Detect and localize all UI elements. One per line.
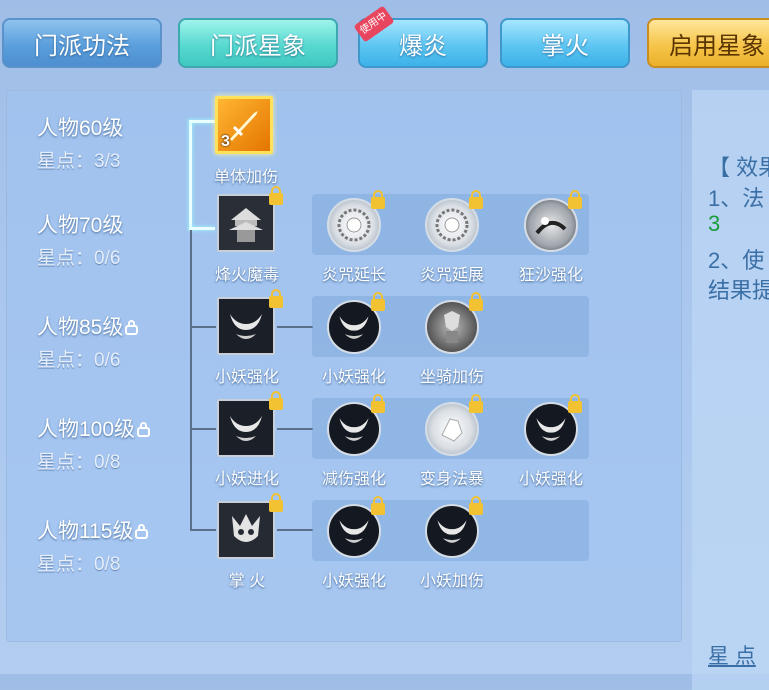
button-label: 启用星象	[669, 32, 765, 60]
skill-label: 减伤强化	[321, 471, 386, 488]
tree-connector	[190, 326, 216, 328]
seal-wheel-icon	[435, 208, 469, 242]
skill-label: 小妖加伤	[419, 573, 484, 590]
flame-demon-icon	[232, 514, 260, 542]
demon-icon	[339, 418, 369, 441]
skill-label: 小妖强化	[321, 369, 386, 386]
lock-icon	[469, 394, 483, 413]
mount-warrior-icon	[444, 311, 460, 343]
star-points-link[interactable]: 星 点	[708, 640, 756, 670]
lock-icon	[371, 496, 385, 515]
tree-connector	[277, 326, 313, 328]
tab-sect-skills[interactable]: 门派功法	[2, 18, 162, 68]
demon-icon	[339, 520, 369, 543]
tab-label: 掌火	[541, 32, 589, 60]
active-connector	[189, 120, 215, 123]
tree-connector	[190, 428, 216, 430]
demon-icon	[230, 314, 262, 339]
tab-zhanghuo[interactable]: 掌火	[500, 18, 630, 68]
tab-label: 门派星象	[210, 32, 306, 60]
effect-line-3: 结果提	[708, 278, 769, 303]
level-85-label: 人物85级	[37, 316, 124, 339]
lock-icon	[469, 190, 483, 209]
lock-icon	[269, 493, 283, 512]
lock-icon	[371, 190, 385, 209]
tree-connector	[277, 428, 313, 430]
pagoda-fire-icon	[229, 208, 263, 242]
tab-label: 门派功法	[34, 32, 130, 60]
active-connector	[189, 120, 192, 230]
skill-label: 小妖强化	[518, 471, 583, 488]
seal-wheel-icon	[337, 208, 371, 242]
demon-icon	[339, 316, 369, 339]
tree-connector	[277, 529, 313, 531]
skill-single-damage[interactable]: 3	[215, 96, 273, 154]
level-115-stars: 星点：0/8	[37, 554, 121, 575]
skill-label: 小妖进化	[214, 471, 279, 488]
lock-icon	[469, 496, 483, 515]
lock-icon	[137, 422, 151, 437]
skill-label: 炎咒延长	[321, 267, 386, 284]
lock-icon	[469, 292, 483, 311]
tab-sect-constellation[interactable]: 门派星象	[178, 18, 338, 68]
fist-icon	[441, 418, 463, 442]
demon-icon	[230, 416, 262, 441]
lock-icon	[269, 391, 283, 410]
level-70-stars: 星点：0/6	[37, 248, 121, 269]
level-100-row: 人物100级	[37, 413, 151, 443]
level-100-label: 人物100级	[37, 418, 136, 441]
skill-label: 小妖强化	[214, 369, 279, 386]
tree-connector	[190, 230, 192, 530]
level-100-stars: 星点：0/8	[37, 452, 121, 473]
effect-value: 3	[708, 211, 721, 236]
level-60-label: 人物60级	[37, 117, 124, 140]
skill-label: 狂沙强化	[518, 267, 583, 284]
level-60-stars: 星点：3/3	[37, 151, 121, 172]
lock-icon	[568, 190, 582, 209]
skill-beacon-poison[interactable]	[217, 194, 275, 252]
skill-label: 烽火魔毒	[214, 267, 279, 284]
level-115-row: 人物115级	[37, 515, 149, 545]
skill-imp-evolve[interactable]	[217, 399, 275, 457]
level-70-label: 人物70级	[37, 214, 124, 237]
tree-connector	[190, 529, 216, 531]
lock-icon	[125, 320, 139, 335]
skill-label: 炎咒延展	[419, 267, 484, 284]
skill-label: 单体加伤	[213, 169, 278, 186]
tab-label: 爆炎	[399, 32, 447, 60]
effect-line-1: 1、法	[708, 186, 765, 211]
in-use-badge: 使用中	[353, 5, 395, 43]
skill-imp-strengthen[interactable]	[217, 297, 275, 355]
skill-label: 小妖强化	[321, 573, 386, 590]
level-115-label: 人物115级	[37, 520, 134, 543]
sandstorm-icon	[535, 217, 567, 235]
skill-level-count: 3	[221, 133, 230, 150]
active-connector	[189, 227, 215, 230]
effect-title: 【 效果	[708, 155, 769, 180]
skill-label: 掌 火	[228, 573, 266, 590]
level-85-stars: 星点：0/6	[37, 350, 121, 371]
enable-constellation-button[interactable]: 启用星象	[647, 18, 769, 68]
skill-label: 坐骑加伤	[419, 369, 484, 386]
lock-icon	[269, 186, 283, 205]
lock-icon	[269, 289, 283, 308]
demon-icon	[536, 418, 566, 441]
lock-icon	[135, 524, 149, 539]
lock-icon	[371, 292, 385, 311]
sword-icon	[230, 111, 258, 141]
lock-icon	[568, 394, 582, 413]
skill-palm-fire[interactable]	[217, 501, 275, 559]
lock-icon	[371, 394, 385, 413]
effect-line-2: 2、使	[708, 248, 765, 273]
skill-label: 变身法暴	[419, 471, 484, 488]
tab-baoyan[interactable]: 使用中 爆炎	[353, 5, 488, 68]
level-85-row: 人物85级	[37, 311, 139, 341]
demon-icon	[437, 520, 467, 543]
